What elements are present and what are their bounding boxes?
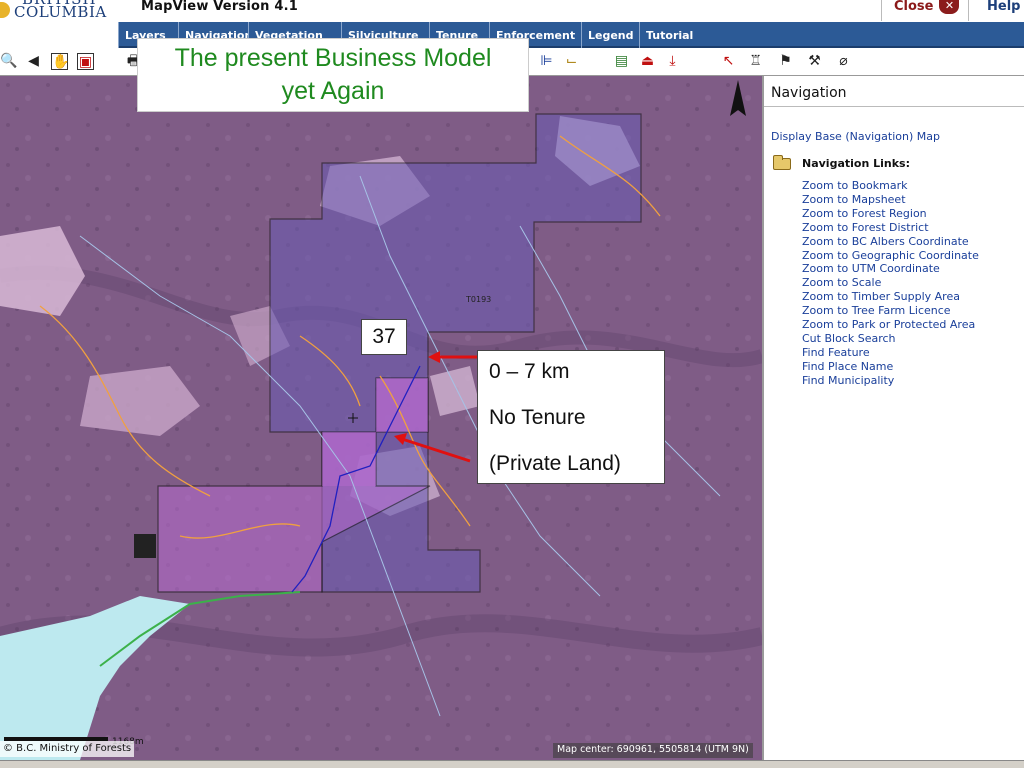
eraser-icon[interactable]: ⌀	[835, 53, 852, 70]
sun-icon	[0, 2, 10, 18]
nav-link-cut-block-search[interactable]: Cut Block Search	[802, 332, 979, 346]
nav-link-zoom-timber-supply[interactable]: Zoom to Timber Supply Area	[802, 290, 979, 304]
slide-title-box: The present Business Model yet Again	[137, 38, 529, 112]
panel-divider	[764, 106, 1024, 107]
navigation-panel: Navigation Display Base (Navigation) Map…	[762, 76, 1024, 760]
status-bar	[0, 760, 1024, 768]
annotation-distance: 0 – 7 km	[489, 360, 570, 383]
zoom-icon[interactable]: 🔍	[0, 53, 17, 70]
save-icon[interactable]: ⏏	[639, 53, 656, 70]
nav-link-zoom-geographic[interactable]: Zoom to Geographic Coordinate	[802, 249, 979, 263]
map-credit: © B.C. Ministry of Forests	[0, 741, 135, 757]
export-map-icon[interactable]: ▤	[613, 53, 630, 70]
measure-icon[interactable]: ⚑	[777, 53, 794, 70]
nav-link-find-municipality[interactable]: Find Municipality	[802, 374, 979, 388]
app-title: MapView Version 4.1	[141, 0, 298, 14]
logo-line2: COLUMBIA	[14, 3, 107, 21]
pan-hand-icon[interactable]: ✋	[51, 53, 69, 70]
close-icon: ✕	[939, 0, 960, 14]
nav-links-heading: Navigation Links:	[802, 157, 910, 170]
tenure-label: T0193	[466, 295, 492, 304]
nav-links-list: Zoom to Bookmark Zoom to Mapsheet Zoom t…	[802, 179, 979, 388]
close-button[interactable]: Close ✕	[881, 0, 967, 21]
tab-tutorial[interactable]: Tutorial	[639, 22, 701, 48]
slide-title-line1: The present Business Model	[174, 44, 492, 72]
nav-link-zoom-tree-farm[interactable]: Zoom to Tree Farm Licence	[802, 304, 979, 318]
annotation-box: 0 – 7 km No Tenure (Private Land)	[477, 350, 665, 484]
download-icon[interactable]: ⤓	[664, 53, 681, 70]
full-extent-icon[interactable]: ▣	[77, 53, 94, 70]
nav-link-zoom-forest-region[interactable]: Zoom to Forest Region	[802, 207, 979, 221]
app-header: BRITISH COLUMBIA MapView Version 4.1 Clo…	[0, 0, 1024, 22]
select-icon[interactable]: ♖	[747, 53, 764, 70]
nav-link-zoom-forest-district[interactable]: Zoom to Forest District	[802, 221, 979, 235]
tab-legend[interactable]: Legend	[581, 22, 639, 48]
help-button[interactable]: Help	[968, 0, 1024, 21]
nav-link-zoom-scale[interactable]: Zoom to Scale	[802, 276, 979, 290]
grid-icon[interactable]: ⊫	[538, 53, 555, 70]
tool-icon[interactable]: ⚒	[806, 53, 823, 70]
block-number-badge: 37	[361, 319, 407, 355]
pointer-icon[interactable]: ↖	[720, 53, 737, 70]
nav-link-zoom-utm[interactable]: Zoom to UTM Coordinate	[802, 262, 979, 276]
close-label: Close	[894, 0, 934, 14]
nav-link-find-feature[interactable]: Find Feature	[802, 346, 979, 360]
map-center-readout: Map center: 690961, 5505814 (UTM 9N)	[553, 743, 753, 758]
slide-title-line2: yet Again	[281, 77, 385, 105]
panel-title: Navigation	[771, 85, 847, 101]
nav-link-find-place-name[interactable]: Find Place Name	[802, 360, 979, 374]
back-icon[interactable]: ◀	[25, 53, 42, 70]
nav-link-zoom-park[interactable]: Zoom to Park or Protected Area	[802, 318, 979, 332]
ruler-icon[interactable]: ⌙	[563, 53, 580, 70]
annotation-tenure: No Tenure	[489, 406, 586, 429]
bc-logo: BRITISH COLUMBIA	[0, 0, 118, 22]
nav-link-zoom-mapsheet[interactable]: Zoom to Mapsheet	[802, 193, 979, 207]
nav-link-zoom-bookmark[interactable]: Zoom to Bookmark	[802, 179, 979, 193]
folder-icon	[773, 155, 791, 170]
nav-link-zoom-bc-albers[interactable]: Zoom to BC Albers Coordinate	[802, 235, 979, 249]
mapview-app: BRITISH COLUMBIA MapView Version 4.1 Clo…	[0, 0, 1024, 768]
annotation-land-type: (Private Land)	[489, 452, 621, 475]
display-base-map-link[interactable]: Display Base (Navigation) Map	[771, 130, 940, 143]
